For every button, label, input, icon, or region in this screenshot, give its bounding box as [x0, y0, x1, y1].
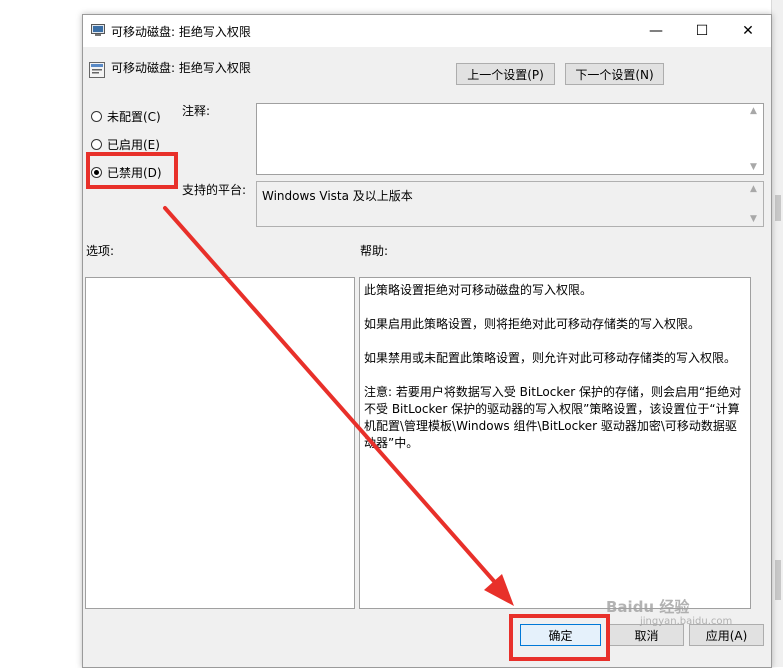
watermark-url: jingyan.baidu.com	[640, 616, 733, 627]
red-arrow-icon	[163, 206, 514, 606]
watermark-brand: Baidu 经验	[606, 598, 690, 616]
